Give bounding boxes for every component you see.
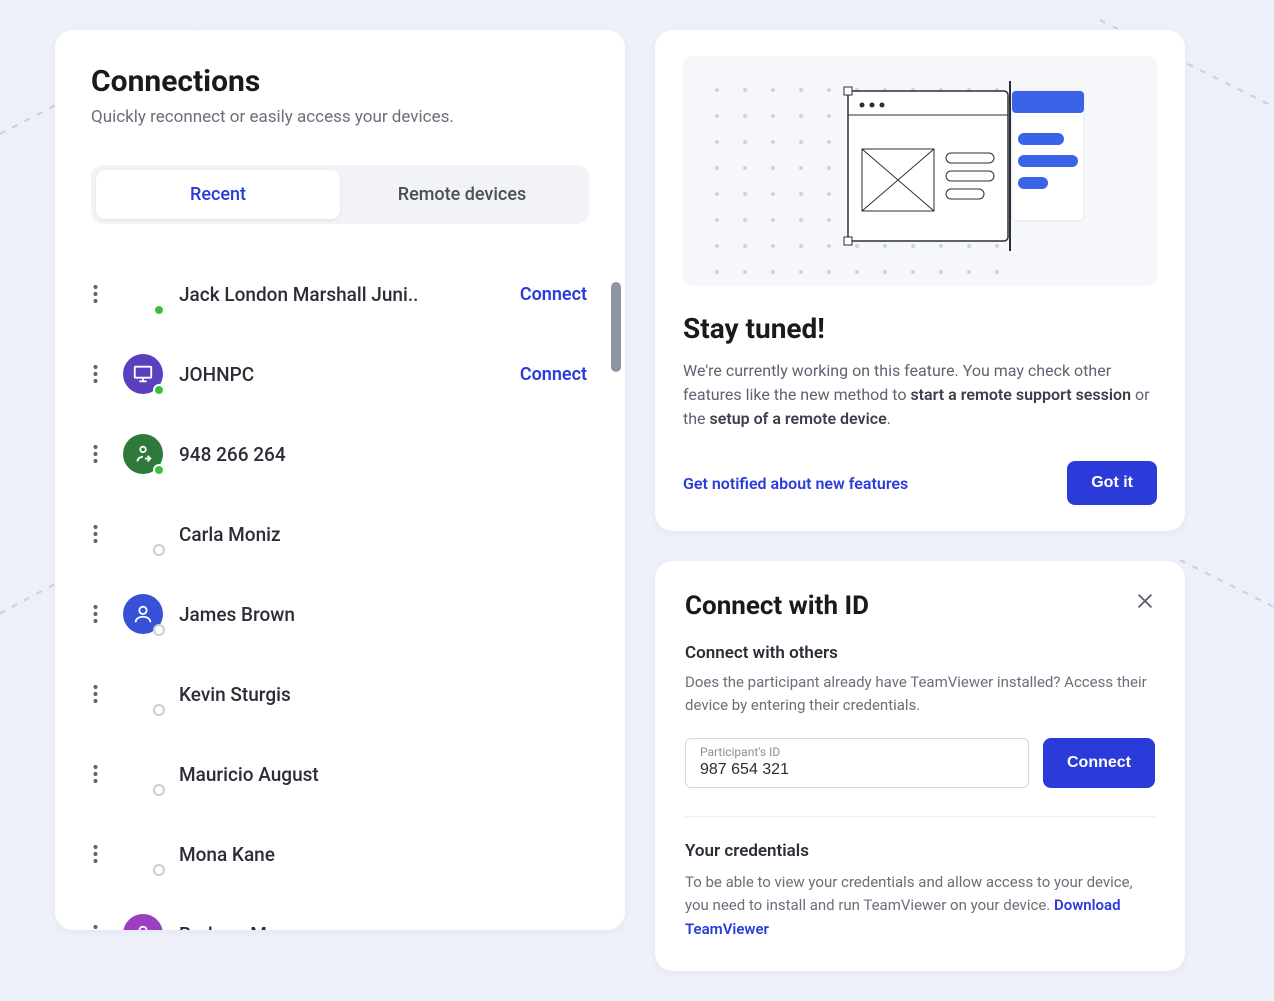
stay-tuned-body: We're currently working on this feature.… [683, 359, 1157, 431]
participant-id-label: Participant's ID [700, 745, 1014, 759]
status-dot [153, 544, 165, 556]
connection-name: 948 266 264 [179, 443, 587, 466]
connection-name: James Brown [179, 603, 587, 626]
stay-body-strong2: setup of a remote device [710, 409, 887, 428]
avatar [123, 834, 163, 874]
status-dot [153, 464, 165, 476]
close-icon[interactable] [1135, 591, 1155, 611]
stay-body-suffix: . [887, 409, 891, 428]
connection-name: Jack London Marshall Juni.. [179, 283, 520, 306]
avatar [123, 674, 163, 714]
notify-link[interactable]: Get notified about new features [683, 474, 908, 493]
connect-others-subtitle: Connect with others [685, 643, 1155, 663]
stay-tuned-illustration [683, 56, 1157, 286]
list-item[interactable]: Jack London Marshall Juni..Connect [73, 254, 607, 334]
connections-title: Connections [91, 64, 589, 99]
avatar [123, 274, 163, 314]
credentials-title: Your credentials [685, 841, 1155, 861]
status-dot [153, 864, 165, 876]
connection-name: Carla Moniz [179, 523, 587, 546]
stay-body-strong1: start a remote support session [910, 385, 1131, 404]
connection-name: Kevin Sturgis [179, 683, 587, 706]
more-options-icon[interactable] [81, 600, 109, 628]
more-options-icon[interactable] [81, 520, 109, 548]
list-item[interactable]: Carla Moniz [73, 494, 607, 574]
participant-id-field[interactable]: Participant's ID [685, 738, 1029, 788]
status-dot [153, 704, 165, 716]
list-item[interactable]: Barbara Moore [73, 894, 607, 930]
tab-remote-devices[interactable]: Remote devices [340, 170, 584, 219]
more-options-icon[interactable] [81, 680, 109, 708]
stay-tuned-title: Stay tuned! [683, 312, 1157, 345]
avatar [123, 434, 163, 474]
avatar [123, 594, 163, 634]
connect-others-desc: Does the participant already have TeamVi… [685, 671, 1155, 716]
avatar [123, 754, 163, 794]
status-dot [153, 304, 165, 316]
list-item[interactable]: Kevin Sturgis [73, 654, 607, 734]
connect-id-title: Connect with ID [685, 591, 869, 621]
more-options-icon[interactable] [81, 840, 109, 868]
connect-with-id-card: Connect with ID Connect with others Does… [655, 561, 1185, 971]
connect-link[interactable]: Connect [520, 284, 587, 305]
list-item[interactable]: James Brown [73, 574, 607, 654]
connections-subtitle: Quickly reconnect or easily access your … [91, 107, 589, 127]
connections-card: Connections Quickly reconnect or easily … [55, 30, 625, 930]
more-options-icon[interactable] [81, 920, 109, 930]
connections-tabs: Recent Remote devices [91, 165, 589, 224]
list-item[interactable]: 948 266 264 [73, 414, 607, 494]
list-item[interactable]: Mona Kane [73, 814, 607, 894]
connection-name: Mona Kane [179, 843, 587, 866]
connections-list[interactable]: Jack London Marshall Juni..ConnectJOHNPC… [55, 254, 625, 930]
divider [685, 816, 1155, 817]
status-dot [153, 624, 165, 636]
avatar [123, 514, 163, 554]
tab-recent[interactable]: Recent [96, 170, 340, 219]
more-options-icon[interactable] [81, 360, 109, 388]
status-dot [153, 384, 165, 396]
connect-button[interactable]: Connect [1043, 738, 1155, 788]
credentials-desc: To be able to view your credentials and … [685, 871, 1155, 941]
connect-link[interactable]: Connect [520, 364, 587, 385]
status-dot [153, 784, 165, 796]
avatar [123, 914, 163, 930]
connection-name: Barbara Moore [179, 923, 587, 931]
avatar [123, 354, 163, 394]
more-options-icon[interactable] [81, 280, 109, 308]
stay-tuned-card: Stay tuned! We're currently working on t… [655, 30, 1185, 531]
more-options-icon[interactable] [81, 760, 109, 788]
scrollbar-thumb[interactable] [611, 282, 621, 372]
connection-name: JOHNPC [179, 363, 520, 386]
more-options-icon[interactable] [81, 440, 109, 468]
list-item[interactable]: JOHNPCConnect [73, 334, 607, 414]
participant-id-input[interactable] [700, 761, 1014, 779]
list-item[interactable]: Mauricio August [73, 734, 607, 814]
connection-name: Mauricio August [179, 763, 587, 786]
got-it-button[interactable]: Got it [1067, 461, 1157, 505]
